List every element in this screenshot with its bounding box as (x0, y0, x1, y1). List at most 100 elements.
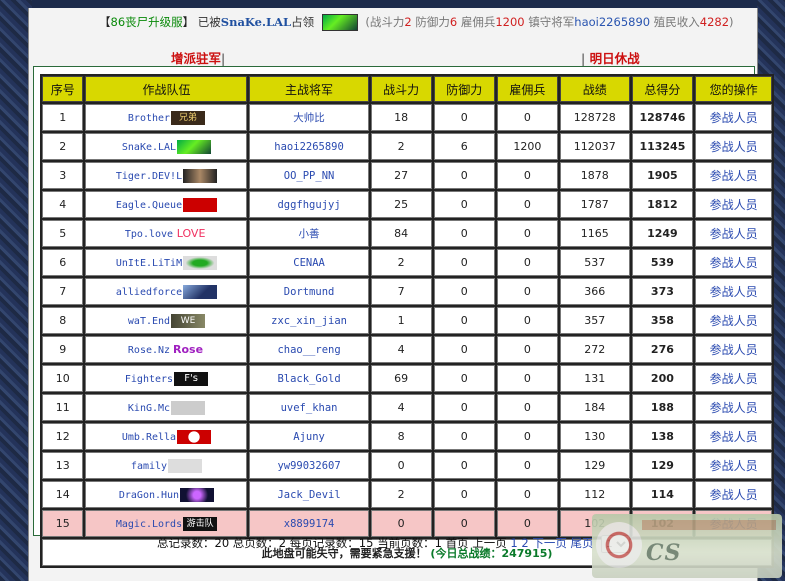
defense-cell: 0 (433, 394, 495, 421)
participants-link[interactable]: 参战人员 (710, 227, 758, 241)
score-cell: 358 (631, 307, 694, 334)
record-cell: 1878 (560, 162, 630, 189)
general-cell: 大帅比 (249, 104, 369, 131)
team-name-link[interactable]: Rose.Nz (128, 345, 170, 356)
prev-page-link[interactable]: 上一页 (472, 536, 507, 550)
general-link[interactable]: yw99032607 (277, 460, 340, 472)
team-name-link[interactable]: alliedforce (116, 287, 182, 298)
team-name-link[interactable]: Umb.Rella (122, 432, 176, 443)
team-name-link[interactable]: SnaKe.LAL (122, 142, 176, 153)
page-1-link[interactable]: 1 (510, 536, 517, 550)
team-cell: family (85, 452, 248, 479)
participants-link[interactable]: 参战人员 (710, 314, 758, 328)
general-link[interactable]: dggfhgujyj (277, 199, 340, 211)
table-row: 13 family yw99032607 0 0 0 129 129 参战人员 (42, 452, 772, 479)
reinforce-tab[interactable]: 增派驻军| (171, 48, 225, 67)
participants-link[interactable]: 参战人员 (710, 169, 758, 183)
team-name-link[interactable]: Brother (128, 113, 170, 124)
participants-link[interactable]: 参战人员 (710, 488, 758, 502)
record-cell: 129 (560, 452, 630, 479)
truce-tab[interactable]: | 明日休战 (581, 48, 640, 67)
team-name-link[interactable]: Tpo.love (125, 229, 173, 240)
team-name-link[interactable]: waT.End (128, 316, 170, 327)
participants-link[interactable]: 参战人员 (710, 430, 758, 444)
table-row: 3 Tiger.DEV!L OO_PP_NN 27 0 0 1878 1905 参战人员 (42, 162, 772, 189)
territory-status: 【86丧尸升级服】 已被SnaKe.LAL占领 (战斗力2 防御力6 雇佣兵12… (99, 14, 734, 31)
score-cell: 188 (631, 394, 694, 421)
general-link[interactable]: 小善 (299, 228, 320, 240)
merc-cell: 0 (496, 394, 559, 421)
team-cell: DraGon.Hun (85, 481, 248, 508)
row-number: 6 (42, 249, 84, 276)
participants-link[interactable]: 参战人员 (710, 111, 758, 125)
record-cell: 366 (560, 278, 630, 305)
team-name-link[interactable]: family (131, 461, 167, 472)
defense-cell: 0 (433, 336, 495, 363)
row-number: 11 (42, 394, 84, 421)
general-link[interactable]: CENAA (293, 257, 325, 269)
team-name-link[interactable]: Magic.Lords (116, 519, 182, 530)
record-cell: 130 (560, 423, 630, 450)
participants-link[interactable]: 参战人员 (710, 140, 758, 154)
general-link[interactable]: OO_PP_NN (284, 170, 335, 182)
general-value: haoi2265890 (574, 15, 651, 29)
general-link[interactable]: uvef_khan (281, 402, 338, 414)
general-link[interactable]: 大帅比 (293, 112, 325, 124)
general-link[interactable]: Dortmund (284, 286, 335, 298)
score-cell: 128746 (631, 104, 694, 131)
general-link[interactable]: Black_Gold (277, 373, 340, 385)
page-2-link[interactable]: 2 (521, 536, 528, 550)
next-page-link[interactable]: 下一页 (532, 536, 567, 550)
participants-link[interactable]: 参战人员 (710, 343, 758, 357)
team-name-link[interactable]: Fighters (125, 374, 173, 385)
participants-link[interactable]: 参战人员 (710, 401, 758, 415)
team-badge-icon (183, 284, 218, 299)
team-badge-icon: 游击队 (183, 516, 218, 531)
team-name-link[interactable]: Tiger.DEV!L (116, 171, 182, 182)
top-band (0, 0, 785, 8)
general-link[interactable]: Ajuny (293, 431, 325, 443)
action-cell: 参战人员 (695, 162, 772, 189)
table-row: 9 Rose.Nz Rose chao__reng 4 0 0 272 276 参战人员 (42, 336, 772, 363)
per-page: 15 (358, 536, 374, 550)
action-cell: 参战人员 (695, 307, 772, 334)
defense-cell: 0 (433, 307, 495, 334)
general-link[interactable]: chao__reng (277, 344, 340, 356)
merc-label: 雇佣兵 (460, 15, 496, 29)
participants-link[interactable]: 参战人员 (710, 372, 758, 386)
participants-link[interactable]: 参战人员 (710, 285, 758, 299)
combat-cell: 4 (370, 336, 432, 363)
general-link[interactable]: Jack_Devil (277, 489, 340, 501)
participants-link[interactable]: 参战人员 (710, 459, 758, 473)
team-name-link[interactable]: DraGon.Hun (119, 490, 179, 501)
team-name-link[interactable]: Eagle.Queue (116, 200, 182, 211)
participants-link[interactable]: 参战人员 (710, 198, 758, 212)
general-link[interactable]: x8899174 (284, 518, 335, 530)
table-row: 4 Eagle.Queue dggfhgujyj 25 0 0 1787 1812 参战人员 (42, 191, 772, 218)
general-link[interactable]: haoi2265890 (274, 141, 344, 153)
combat-cell: 25 (370, 191, 432, 218)
occupier-team: SnaKe.LAL (220, 15, 292, 29)
general-link[interactable]: zxc_xin_jian (271, 315, 347, 327)
defense-cell: 0 (433, 220, 495, 247)
general-cell: Jack_Devil (249, 481, 369, 508)
team-name-link[interactable]: KinG.Mc (128, 403, 170, 414)
score-cell: 373 (631, 278, 694, 305)
current-page: 1 (434, 536, 442, 550)
team-name-link[interactable]: UnItE.LiTiM (116, 258, 182, 269)
merc-cell: 0 (496, 104, 559, 131)
participants-link[interactable]: 参战人员 (710, 256, 758, 270)
last-page-link[interactable]: 尾页 (571, 536, 594, 550)
combat-value: 2 (404, 15, 412, 29)
table-header-row: 序号 作战队伍 主战将军 战斗力 防御力 雇佣兵 战绩 总得分 您的操作 (42, 76, 772, 102)
site-watermark-logo: CS (592, 514, 782, 578)
record-cell: 357 (560, 307, 630, 334)
first-page-link[interactable]: 首页 (446, 536, 469, 550)
score-cell: 276 (631, 336, 694, 363)
col-header: 序号 (42, 76, 84, 102)
combat-cell: 1 (370, 307, 432, 334)
score-cell: 129 (631, 452, 694, 479)
table-row: 8 waT.End WE zxc_xin_jian 1 0 0 357 358 参战人员 (42, 307, 772, 334)
merc-cell: 0 (496, 423, 559, 450)
record-cell: 128728 (560, 104, 630, 131)
